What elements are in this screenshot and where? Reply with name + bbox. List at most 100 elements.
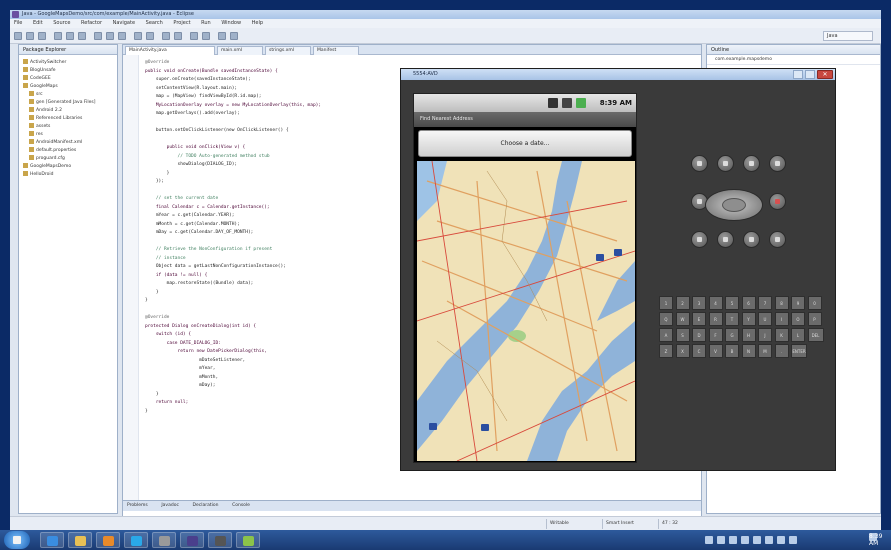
keyboard-key[interactable]: A: [659, 328, 673, 342]
hangup-icon[interactable]: [717, 155, 734, 172]
keyboard-key[interactable]: Z: [659, 344, 673, 358]
keyboard-key[interactable]: 7: [758, 296, 772, 310]
dpad-center[interactable]: [722, 198, 746, 212]
tree-item[interactable]: HelloDroid: [23, 171, 96, 179]
external-tools-icon[interactable]: [78, 32, 86, 40]
keyboard-key[interactable]: Q: [659, 312, 673, 326]
home-icon[interactable]: [691, 231, 708, 248]
map-view[interactable]: [417, 161, 635, 461]
save-icon[interactable]: [26, 32, 34, 40]
new-package-icon[interactable]: [106, 32, 114, 40]
tree-item[interactable]: GoogleMapsDemo: [23, 163, 96, 171]
tree-item[interactable]: default.properties: [23, 147, 96, 155]
keyboard-key[interactable]: ENTER: [791, 344, 807, 358]
taskbar-app[interactable]: [152, 532, 176, 548]
debug-icon[interactable]: [54, 32, 62, 40]
keyboard-key[interactable]: D: [692, 328, 706, 342]
keyboard-key[interactable]: V: [708, 344, 723, 358]
menu-edit[interactable]: Edit: [33, 20, 43, 26]
menu-help[interactable]: Help: [252, 20, 263, 26]
new-java-project-icon[interactable]: [94, 32, 102, 40]
keyboard-key[interactable]: Y: [741, 312, 756, 326]
taskbar-emulator[interactable]: [208, 532, 232, 548]
tree-item[interactable]: ActivitySwitcher: [23, 59, 96, 67]
outline-header[interactable]: com.example.mapsdemo: [707, 55, 880, 65]
keyboard-key[interactable]: R: [708, 312, 723, 326]
previous-annotation-icon[interactable]: [202, 32, 210, 40]
next-annotation-icon[interactable]: [190, 32, 198, 40]
tree-item[interactable]: BlogUnsafe: [23, 67, 96, 75]
keyboard-key[interactable]: S: [675, 328, 690, 342]
search-hw-icon[interactable]: [769, 231, 786, 248]
tree-item[interactable]: assets: [23, 123, 96, 131]
keyboard-key[interactable]: F: [708, 328, 723, 342]
keyboard-key[interactable]: N: [741, 344, 756, 358]
keyboard-key[interactable]: .: [774, 344, 789, 358]
tray-icon[interactable]: [705, 536, 713, 544]
minimize-icon[interactable]: [793, 70, 803, 79]
search-icon[interactable]: [162, 32, 170, 40]
package-explorer-tab[interactable]: Package Explorer: [19, 45, 117, 55]
android-sdk-icon[interactable]: [134, 32, 142, 40]
keyboard-key[interactable]: P: [807, 312, 822, 326]
battery-tray-icon[interactable]: [777, 536, 785, 544]
keyboard-key[interactable]: 5: [725, 296, 739, 310]
editor-tab-main-activity[interactable]: MainActivity.java: [125, 46, 215, 55]
taskbar-media[interactable]: [96, 532, 120, 548]
tree-item[interactable]: CodeGEE: [23, 75, 96, 83]
run-icon[interactable]: [66, 32, 74, 40]
menu-file[interactable]: File: [14, 20, 22, 26]
print-icon[interactable]: [38, 32, 46, 40]
menu-run[interactable]: Run: [201, 20, 211, 26]
tab-javadoc[interactable]: Javadoc: [161, 501, 179, 511]
keyboard-key[interactable]: 8: [774, 296, 789, 310]
outline-tab[interactable]: Outline: [707, 45, 880, 55]
keyboard-key[interactable]: T: [725, 312, 739, 326]
keyboard-key[interactable]: G: [725, 328, 739, 342]
menu-icon[interactable]: [717, 231, 734, 248]
menu-source[interactable]: Source: [53, 20, 70, 26]
keyboard-key[interactable]: C: [692, 344, 706, 358]
maximize-icon[interactable]: [805, 70, 815, 79]
tree-item[interactable]: src: [23, 91, 96, 99]
taskbar-android[interactable]: [236, 532, 260, 548]
keyboard-key[interactable]: 9: [791, 296, 805, 310]
keyboard-key[interactable]: X: [675, 344, 690, 358]
editor-tab-strings[interactable]: strings.xml: [265, 46, 311, 55]
tree-item[interactable]: gen [Generated Java Files]: [23, 99, 96, 107]
menu-navigate[interactable]: Navigate: [113, 20, 135, 26]
choose-date-button[interactable]: Choose a date...: [418, 130, 632, 157]
tab-declaration[interactable]: Declaration: [193, 501, 219, 511]
keyboard-key[interactable]: 0: [807, 296, 822, 310]
tree-item[interactable]: GoogleMaps: [23, 83, 96, 91]
keyboard-key[interactable]: K: [774, 328, 789, 342]
tree-item[interactable]: Android 2.2: [23, 107, 96, 115]
menu-refactor[interactable]: Refactor: [81, 20, 102, 26]
keyboard-key[interactable]: 4: [708, 296, 723, 310]
keyboard-key[interactable]: I: [774, 312, 789, 326]
editor-tab-manifest[interactable]: Manifest: [313, 46, 359, 55]
close-icon[interactable]: ✕: [817, 70, 833, 79]
keyboard-key[interactable]: 1: [659, 296, 673, 310]
taskbar-eclipse[interactable]: [180, 532, 204, 548]
forward-icon[interactable]: [230, 32, 238, 40]
keyboard-key[interactable]: W: [675, 312, 690, 326]
volume-down-icon[interactable]: [769, 155, 786, 172]
keyboard-key[interactable]: 2: [675, 296, 690, 310]
power-icon[interactable]: [769, 193, 786, 210]
tab-problems[interactable]: Problems: [127, 501, 148, 511]
keyboard-key[interactable]: U: [758, 312, 772, 326]
back-icon[interactable]: [743, 231, 760, 248]
tree-item[interactable]: AndroidManifest.xml: [23, 139, 96, 147]
keyboard-key[interactable]: DEL: [807, 328, 824, 342]
tree-item[interactable]: Referenced Libraries: [23, 115, 96, 123]
new-class-icon[interactable]: [118, 32, 126, 40]
code-line[interactable]: @Override: [145, 59, 697, 68]
keyboard-key[interactable]: 3: [692, 296, 706, 310]
menu-project[interactable]: Project: [173, 20, 190, 26]
tab-console[interactable]: Console: [232, 501, 250, 511]
keyboard-key[interactable]: E: [692, 312, 706, 326]
keyboard-key[interactable]: L: [791, 328, 805, 342]
dial-icon[interactable]: [691, 155, 708, 172]
editor-tab-main-xml[interactable]: main.xml: [217, 46, 263, 55]
